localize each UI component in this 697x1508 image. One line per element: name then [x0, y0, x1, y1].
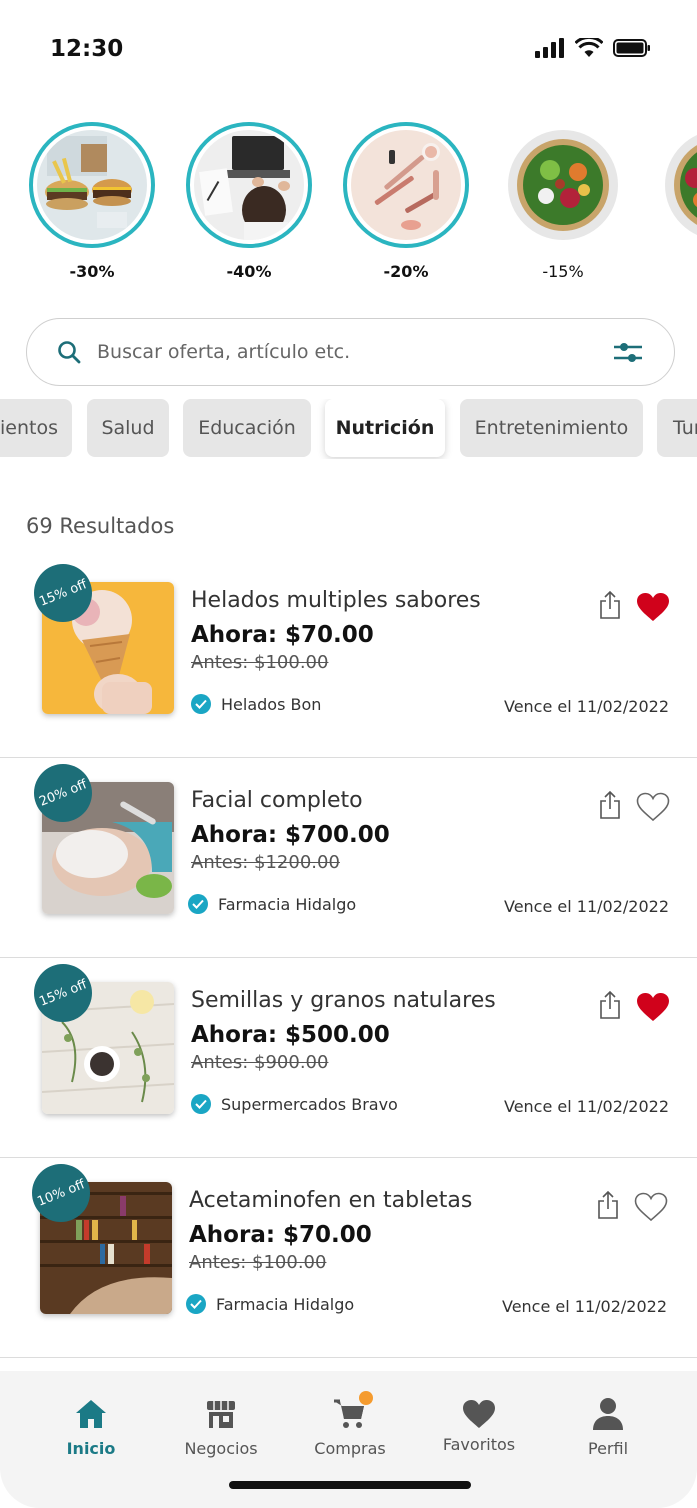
story-item[interactable]: -30%: [29, 122, 155, 281]
share-icon[interactable]: [598, 790, 622, 820]
tab-negocios[interactable]: Negocios: [166, 1393, 276, 1458]
battery-icon: [613, 39, 650, 57]
story-ring: [657, 122, 697, 248]
offer-expiry: Vence el 11/02/2022: [503, 1097, 669, 1116]
story-image-laptop: [194, 130, 304, 240]
category-chip[interactable]: Educación: [183, 399, 311, 457]
offer-price-before: Antes: $100.00: [189, 1252, 327, 1273]
offer-card[interactable]: 15% off Helados multiples sabores Ahora:…: [0, 555, 697, 758]
category-chips: ientos Salud Educación Nutrición Entrete…: [0, 399, 697, 459]
category-chip[interactable]: ientos: [0, 399, 72, 457]
story-image-salad-bowl: [665, 130, 697, 240]
promo-stories: -30% -40% -20% -15%: [0, 122, 697, 292]
divider: [0, 1356, 697, 1358]
story-discount: -30%: [69, 262, 115, 281]
story-ring: [500, 122, 626, 248]
story-image-cosmetics: [351, 130, 461, 240]
merchant[interactable]: Farmacia Hidalgo: [186, 1294, 354, 1314]
offer-expiry: Vence el 11/02/2022: [501, 1297, 667, 1316]
merchant-name: Supermercados Bravo: [221, 1094, 398, 1114]
offer-price-before: Antes: $900.00: [191, 1052, 329, 1073]
wifi-icon: [575, 38, 603, 57]
merchant[interactable]: Helados Bon: [191, 694, 321, 714]
search-bar[interactable]: Buscar oferta, artículo etc.: [26, 318, 675, 386]
category-chip[interactable]: Tur: [657, 399, 697, 457]
verified-check-icon: [191, 694, 211, 714]
offer-card[interactable]: 10% off Acetaminofen en tabletas Ahora: …: [0, 1155, 697, 1358]
story-discount: -20%: [383, 262, 429, 281]
notification-dot: [359, 1391, 373, 1405]
search-input[interactable]: Buscar oferta, artículo etc.: [97, 341, 612, 363]
offer-card[interactable]: 15% off Semillas y granos natulares Ahor…: [0, 955, 697, 1158]
filter-icon[interactable]: [612, 339, 644, 365]
heart-outline-icon[interactable]: [634, 1192, 668, 1222]
offer-expiry: Vence el 11/02/2022: [503, 697, 669, 716]
tab-label: Perfil: [587, 1439, 629, 1458]
heart-filled-icon[interactable]: [636, 992, 670, 1022]
verified-check-icon: [191, 1094, 211, 1114]
share-icon[interactable]: [596, 1190, 620, 1220]
person-icon: [593, 1398, 623, 1430]
store-icon: [207, 1401, 235, 1428]
category-chip[interactable]: Entretenimiento: [460, 399, 643, 457]
story-discount: -15%: [542, 262, 584, 281]
category-chip-active[interactable]: Nutrición: [325, 399, 445, 457]
verified-check-icon: [188, 894, 208, 914]
tab-perfil[interactable]: Perfil: [553, 1393, 663, 1458]
status-time: 12:30: [50, 36, 124, 62]
share-icon[interactable]: [598, 590, 622, 620]
results-count: 69 Resultados: [26, 514, 175, 538]
home-icon: [76, 1400, 106, 1428]
home-indicator: [229, 1481, 471, 1489]
story-item[interactable]: -15%: [500, 122, 626, 281]
offer-title: Semillas y granos natulares: [191, 988, 496, 1013]
merchant-name: Farmacia Hidalgo: [216, 1294, 355, 1314]
offer-price-now: Ahora: $70.00: [191, 622, 374, 648]
story-ring: [343, 122, 469, 248]
tab-label: Inicio: [66, 1439, 116, 1458]
merchant-name: Farmacia Hidalgo: [218, 894, 357, 914]
story-ring: [29, 122, 155, 248]
offer-expiry: Vence el 11/02/2022: [503, 897, 669, 916]
offer-price-before: Antes: $1200.00: [191, 852, 340, 873]
offer-price-now: Ahora: $500.00: [191, 1022, 390, 1048]
story-item[interactable]: -20%: [343, 122, 469, 281]
merchant[interactable]: Farmacia Hidalgo: [188, 894, 356, 914]
status-icons: [535, 38, 651, 58]
story-item[interactable]: -40%: [186, 122, 312, 281]
heart-outline-icon[interactable]: [636, 792, 670, 822]
search-icon: [58, 341, 81, 364]
offer-title: Helados multiples sabores: [191, 588, 481, 613]
category-chip[interactable]: Salud: [87, 399, 169, 457]
offer-card[interactable]: 20% off Facial completo Ahora: $700.00 A…: [0, 755, 697, 958]
offer-title: Acetaminofen en tabletas: [189, 1188, 473, 1213]
offer-price-now: Ahora: $700.00: [191, 822, 390, 848]
tab-favoritos[interactable]: Favoritos: [424, 1393, 534, 1454]
offer-price-before: Antes: $100.00: [191, 652, 329, 673]
offer-title: Facial completo: [191, 788, 363, 813]
tab-compras[interactable]: Compras: [295, 1391, 405, 1458]
story-discount: -40%: [226, 262, 272, 281]
heart-icon: [463, 1400, 495, 1428]
share-icon[interactable]: [598, 990, 622, 1020]
story-ring: [186, 122, 312, 248]
tab-label: Favoritos: [442, 1435, 516, 1454]
tab-inicio[interactable]: Inicio: [36, 1393, 146, 1458]
merchant-name: Helados Bon: [221, 694, 322, 714]
offer-price-now: Ahora: $70.00: [189, 1222, 372, 1248]
tab-label: Negocios: [184, 1439, 258, 1458]
merchant[interactable]: Supermercados Bravo: [191, 1094, 398, 1114]
story-image-burgers: [37, 130, 147, 240]
story-item[interactable]: [657, 122, 697, 262]
story-image-salad-bowl: [508, 130, 618, 240]
signal-icon: [535, 38, 564, 58]
verified-check-icon: [186, 1294, 206, 1314]
heart-filled-icon[interactable]: [636, 592, 670, 622]
tab-label: Compras: [314, 1439, 386, 1458]
